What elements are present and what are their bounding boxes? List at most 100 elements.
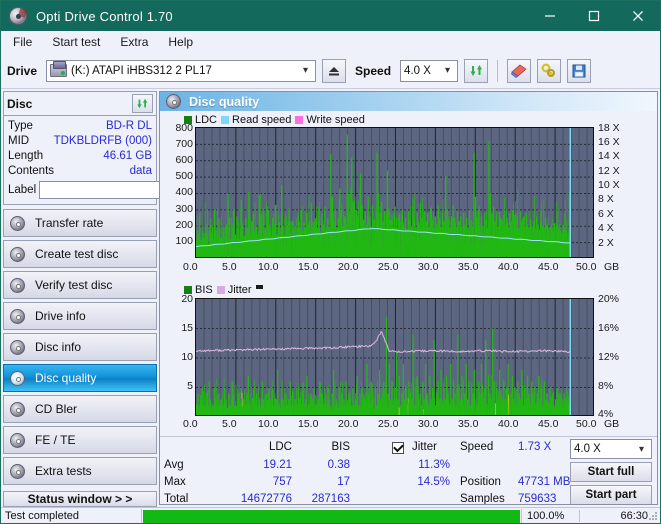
disc-icon (10, 246, 25, 262)
disc-row-mid: MID TDKBLDRFB (000) (8, 133, 152, 148)
window-title: Opti Drive Control 1.70 (36, 8, 173, 24)
sidebar-item-label: Extra tests (35, 464, 92, 478)
title-bar: Opti Drive Control 1.70 (1, 1, 660, 31)
menu-bar: File Start test Extra Help (1, 31, 660, 53)
speed-select[interactable]: 4.0 X ▾ (400, 59, 459, 82)
nav-list: Transfer rate Create test disc Verify te… (1, 209, 159, 488)
top-ytick-200: 200 (175, 219, 193, 231)
maximize-icon[interactable] (572, 1, 616, 31)
top-y2tick-2x: 2 X (598, 237, 614, 249)
disc-icon (10, 432, 25, 448)
sidebar-item-label: Disc info (35, 340, 82, 354)
bot-xtick-10: 10.0 (258, 418, 279, 430)
start-part-button[interactable]: Start part (570, 485, 652, 504)
drive-select[interactable]: (K:) ATAPI iHBS312 2 PL17 ▾ (46, 59, 317, 82)
stats-speed-value: 1.73 X (518, 441, 552, 453)
panel-header: Disc quality (160, 92, 657, 111)
top-ytick-700: 700 (175, 138, 193, 150)
tools-button[interactable] (537, 58, 562, 83)
disc-icon (10, 215, 25, 231)
body: Disc Type BD-R DL MID TDKBLDRFB (000) Le… (1, 89, 660, 507)
status-window-button[interactable]: Status window > > (3, 491, 157, 507)
drive-select-value: (K:) ATAPI iHBS312 2 PL17 (71, 64, 212, 77)
sidebar-item-cd-bler[interactable]: CD Bler (3, 395, 157, 423)
save-button[interactable] (567, 58, 592, 83)
stats-max-jitter: 14.5% (417, 476, 450, 488)
sidebar-item-label: Create test disc (35, 247, 119, 261)
sidebar-item-create-test-disc[interactable]: Create test disc (3, 240, 157, 268)
sidebar-item-fe-te[interactable]: FE / TE (3, 426, 157, 454)
stats-position-value: 47731 MB (518, 476, 571, 488)
chevron-down-icon: ▾ (445, 65, 451, 76)
bot-y2tick-12pct: 12% (598, 351, 620, 363)
refresh-button[interactable] (464, 58, 489, 83)
sidebar-item-label: Transfer rate (35, 216, 104, 230)
eject-button[interactable] (322, 58, 347, 83)
top-xtick-25: 25.0 (378, 261, 399, 273)
bot-ytick-10: 10 (181, 351, 193, 363)
legend-label-ldc: LDC (195, 113, 218, 126)
stats-speed-key: Speed (460, 441, 494, 453)
sidebar-item-disc-info[interactable]: Disc info (3, 333, 157, 361)
sidebar-item-transfer-rate[interactable]: Transfer rate (3, 209, 157, 237)
stats-avg-jitter: 11.3% (418, 459, 450, 471)
legend-label-read-speed: Read speed (232, 113, 292, 126)
bot-xtick-25: 25.0 (378, 418, 399, 430)
sidebar-item-disc-quality[interactable]: Disc quality (3, 364, 157, 392)
start-full-button[interactable]: Start full (570, 462, 652, 482)
top-xtick-10: 10.0 (258, 261, 279, 273)
bot-y2tick-20pct: 20% (598, 293, 620, 305)
top-y2tick-6x: 6 X (598, 208, 614, 220)
window-controls (528, 1, 660, 31)
top-chart-legend: LDC Read speed Write speed (184, 113, 365, 126)
top-xtick-50: 50.0 (576, 261, 597, 273)
disc-rows: Type BD-R DL MID TDKBLDRFB (000) Length … (4, 116, 242, 204)
top-ytick-800: 800 (175, 122, 193, 134)
legend-label-bis: BIS (195, 283, 213, 296)
bot-xtick-50: 50.0 (576, 418, 597, 430)
status-text: Test completed (5, 510, 79, 522)
sidebar-item-verify-test-disc[interactable]: Verify test disc (3, 271, 157, 299)
disc-icon (10, 339, 25, 355)
top-y2tick-18x: 18 X (598, 122, 620, 134)
top-y2tick-10x: 10 X (598, 179, 620, 191)
test-speed-value: 4.0 X (574, 443, 601, 455)
panel-title: Disc quality (189, 94, 260, 109)
top-chart-plot (195, 127, 594, 258)
disc-icon (10, 308, 25, 324)
progress-bar (141, 508, 522, 523)
top-ytick-500: 500 (175, 170, 193, 182)
resize-grip-icon[interactable] (648, 511, 658, 521)
stats-col-jitter: Jitter (412, 441, 437, 453)
legend-jitter: Jitter (216, 283, 252, 296)
menu-file[interactable]: File (9, 33, 42, 51)
jitter-checkbox[interactable] (392, 441, 404, 454)
bot-xtick-30: 30.0 (418, 418, 439, 430)
drive-toolbar: Drive (K:) ATAPI iHBS312 2 PL17 ▾ Speed … (1, 53, 660, 89)
top-y2tick-14x: 14 X (598, 150, 620, 162)
sidebar: Disc Type BD-R DL MID TDKBLDRFB (000) Le… (1, 89, 242, 507)
test-speed-select[interactable]: 4.0 X ▾ (570, 439, 652, 459)
chevron-down-icon: ▾ (303, 65, 309, 76)
menu-extra[interactable]: Extra (116, 33, 158, 51)
disc-mid-value: TDKBLDRFB (000) (53, 134, 152, 147)
close-icon[interactable] (616, 1, 660, 31)
status-bar: Test completed 100.0% 66:30 (1, 507, 660, 523)
legend-label-jitter: Jitter (227, 283, 252, 296)
disc-refresh-button[interactable] (132, 94, 153, 113)
top-ytick-400: 400 (175, 186, 193, 198)
menu-start-test[interactable]: Start test (48, 33, 110, 51)
stats-row-max-key: Max (164, 476, 186, 488)
stats-row-avg-key: Avg (164, 459, 184, 471)
sidebar-item-extra-tests[interactable]: Extra tests (3, 457, 157, 485)
minimize-icon[interactable] (528, 1, 572, 31)
disc-row-length: Length 46.61 GB (8, 148, 152, 163)
bot-xtick-45: 45.0 (538, 418, 559, 430)
erase-button[interactable] (507, 58, 532, 83)
menu-help[interactable]: Help (164, 33, 203, 51)
sidebar-item-drive-info[interactable]: Drive info (3, 302, 157, 330)
stats-avg-ldc: 19.21 (263, 459, 292, 471)
app-disc-icon (9, 7, 27, 25)
bot-xtick-15: 15.0 (298, 418, 319, 430)
stats-samples-value: 759633 (518, 493, 557, 505)
